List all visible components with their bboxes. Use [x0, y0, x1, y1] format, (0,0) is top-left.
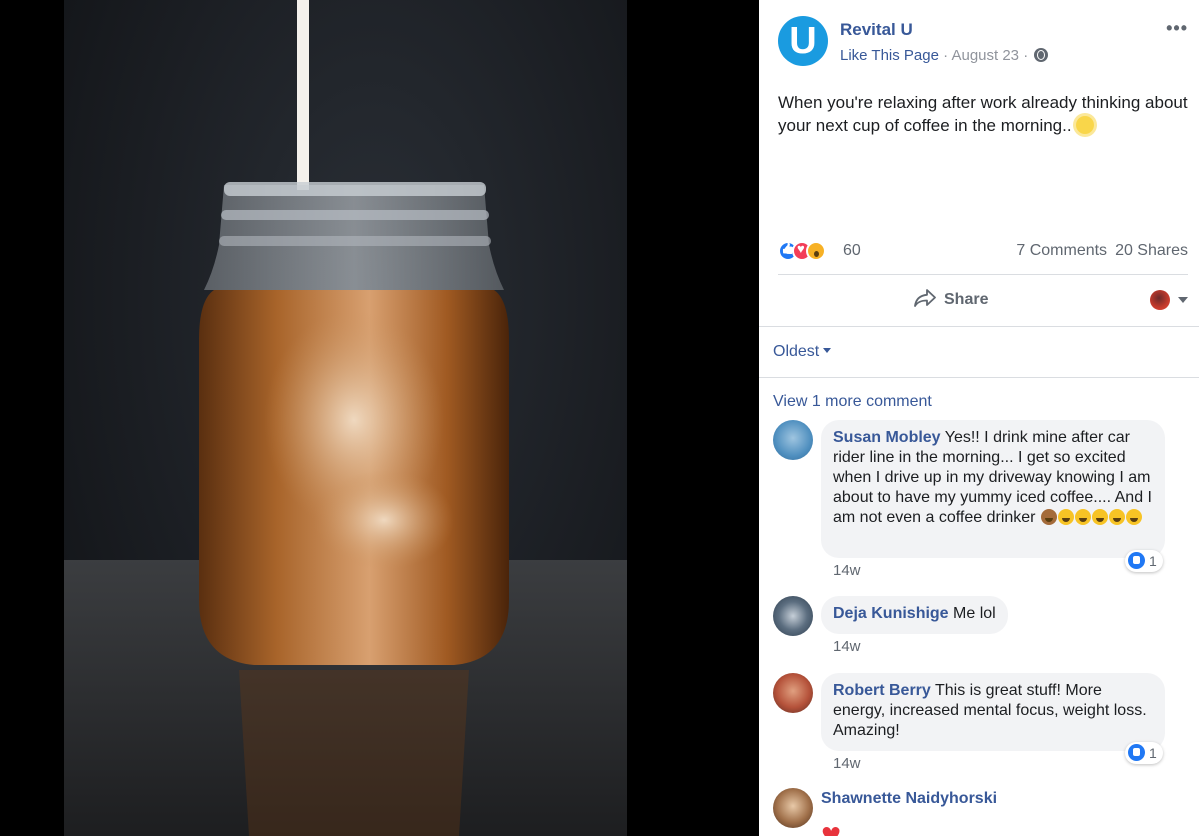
- comments-shares: 7 Comments 20 Shares: [1016, 242, 1188, 260]
- action-row: Share: [778, 285, 1188, 317]
- share-icon: [914, 289, 936, 307]
- globe-icon: [1034, 48, 1049, 62]
- rofl-emoji-icon: [1091, 509, 1108, 525]
- post-side-panel: U Revital U Like This Page · August 23 ·…: [759, 0, 1199, 836]
- viewer-avatar[interactable]: [1150, 290, 1170, 310]
- like-page-link[interactable]: Like This Page: [840, 47, 939, 64]
- post-photo[interactable]: [64, 0, 627, 836]
- comments-count-link[interactable]: 7 Comments: [1016, 242, 1107, 259]
- post-body: When you're relaxing after work already …: [778, 93, 1188, 135]
- wow-reaction-icon: [806, 241, 826, 261]
- comment-text: Me lol: [953, 605, 996, 622]
- comment-author[interactable]: Deja Kunishige: [833, 605, 949, 622]
- rofl-emoji-icon: [1108, 509, 1125, 525]
- share-label: Share: [944, 291, 989, 308]
- reactions-bar: 60 7 Comments 20 Shares: [778, 240, 1188, 264]
- chevron-down-icon: [823, 348, 832, 353]
- more-options-icon[interactable]: •••: [1166, 18, 1188, 39]
- comment-bubble: Susan Mobley Yes!! I drink mine after ca…: [821, 420, 1165, 558]
- avatar[interactable]: [773, 788, 813, 828]
- like-reaction-icon: [1128, 552, 1145, 569]
- post-date[interactable]: August 23: [951, 47, 1019, 64]
- share-button[interactable]: Share: [914, 289, 988, 309]
- avatar[interactable]: [773, 673, 813, 713]
- post-text: When you're relaxing after work already …: [778, 91, 1188, 137]
- post-header: U Revital U Like This Page · August 23 ·…: [778, 16, 1188, 70]
- see-no-evil-monkey-icon: [1040, 509, 1057, 525]
- divider: [778, 274, 1188, 275]
- meta-separator-2: ·: [1023, 47, 1029, 64]
- reaction-count[interactable]: 60: [843, 242, 861, 260]
- comment-author[interactable]: Shawnette Naidyhorski: [821, 790, 997, 808]
- like-reaction-icon: [1128, 744, 1145, 761]
- comment-like-badge[interactable]: 1: [1125, 742, 1163, 764]
- view-more-comments-link[interactable]: View 1 more comment: [773, 393, 932, 411]
- comment-time[interactable]: 14w: [833, 638, 861, 655]
- comment-like-count: 1: [1149, 745, 1157, 761]
- comment-time[interactable]: 14w: [833, 755, 861, 772]
- photo-viewer: [0, 0, 759, 836]
- meta-separator: ·: [943, 47, 949, 64]
- heart-icon: ♥: [821, 816, 842, 836]
- comment-bubble: Deja Kunishige Me lol: [821, 596, 1008, 634]
- sort-label: Oldest: [773, 343, 820, 360]
- avatar[interactable]: [773, 420, 813, 460]
- comment-like-badge[interactable]: 1: [1125, 550, 1163, 572]
- avatar[interactable]: [773, 596, 813, 636]
- post-meta: Like This Page · August 23 ·: [840, 47, 1049, 64]
- shares-count-link[interactable]: 20 Shares: [1115, 242, 1188, 259]
- comment-author[interactable]: Susan Mobley: [833, 429, 941, 446]
- rofl-emoji-icon: [1057, 509, 1074, 525]
- sun-emoji-icon: [1075, 116, 1094, 134]
- rofl-emoji-icon: [1074, 509, 1091, 525]
- page-name-link[interactable]: Revital U: [840, 20, 913, 40]
- divider: [759, 377, 1199, 378]
- comment-like-count: 1: [1149, 553, 1157, 569]
- iced-coffee-jar-illustration: [64, 0, 627, 836]
- comment-bubble: Robert Berry This is great stuff! More e…: [821, 673, 1165, 751]
- comment-sort-dropdown[interactable]: Oldest: [773, 343, 832, 361]
- comment-author[interactable]: Robert Berry: [833, 682, 931, 699]
- caret-down-icon[interactable]: [1178, 297, 1188, 303]
- page-avatar[interactable]: U: [778, 16, 828, 66]
- emoji-group: [1040, 509, 1142, 526]
- rofl-emoji-icon: [1125, 509, 1142, 525]
- comment-time[interactable]: 14w: [833, 562, 861, 579]
- divider: [759, 326, 1199, 327]
